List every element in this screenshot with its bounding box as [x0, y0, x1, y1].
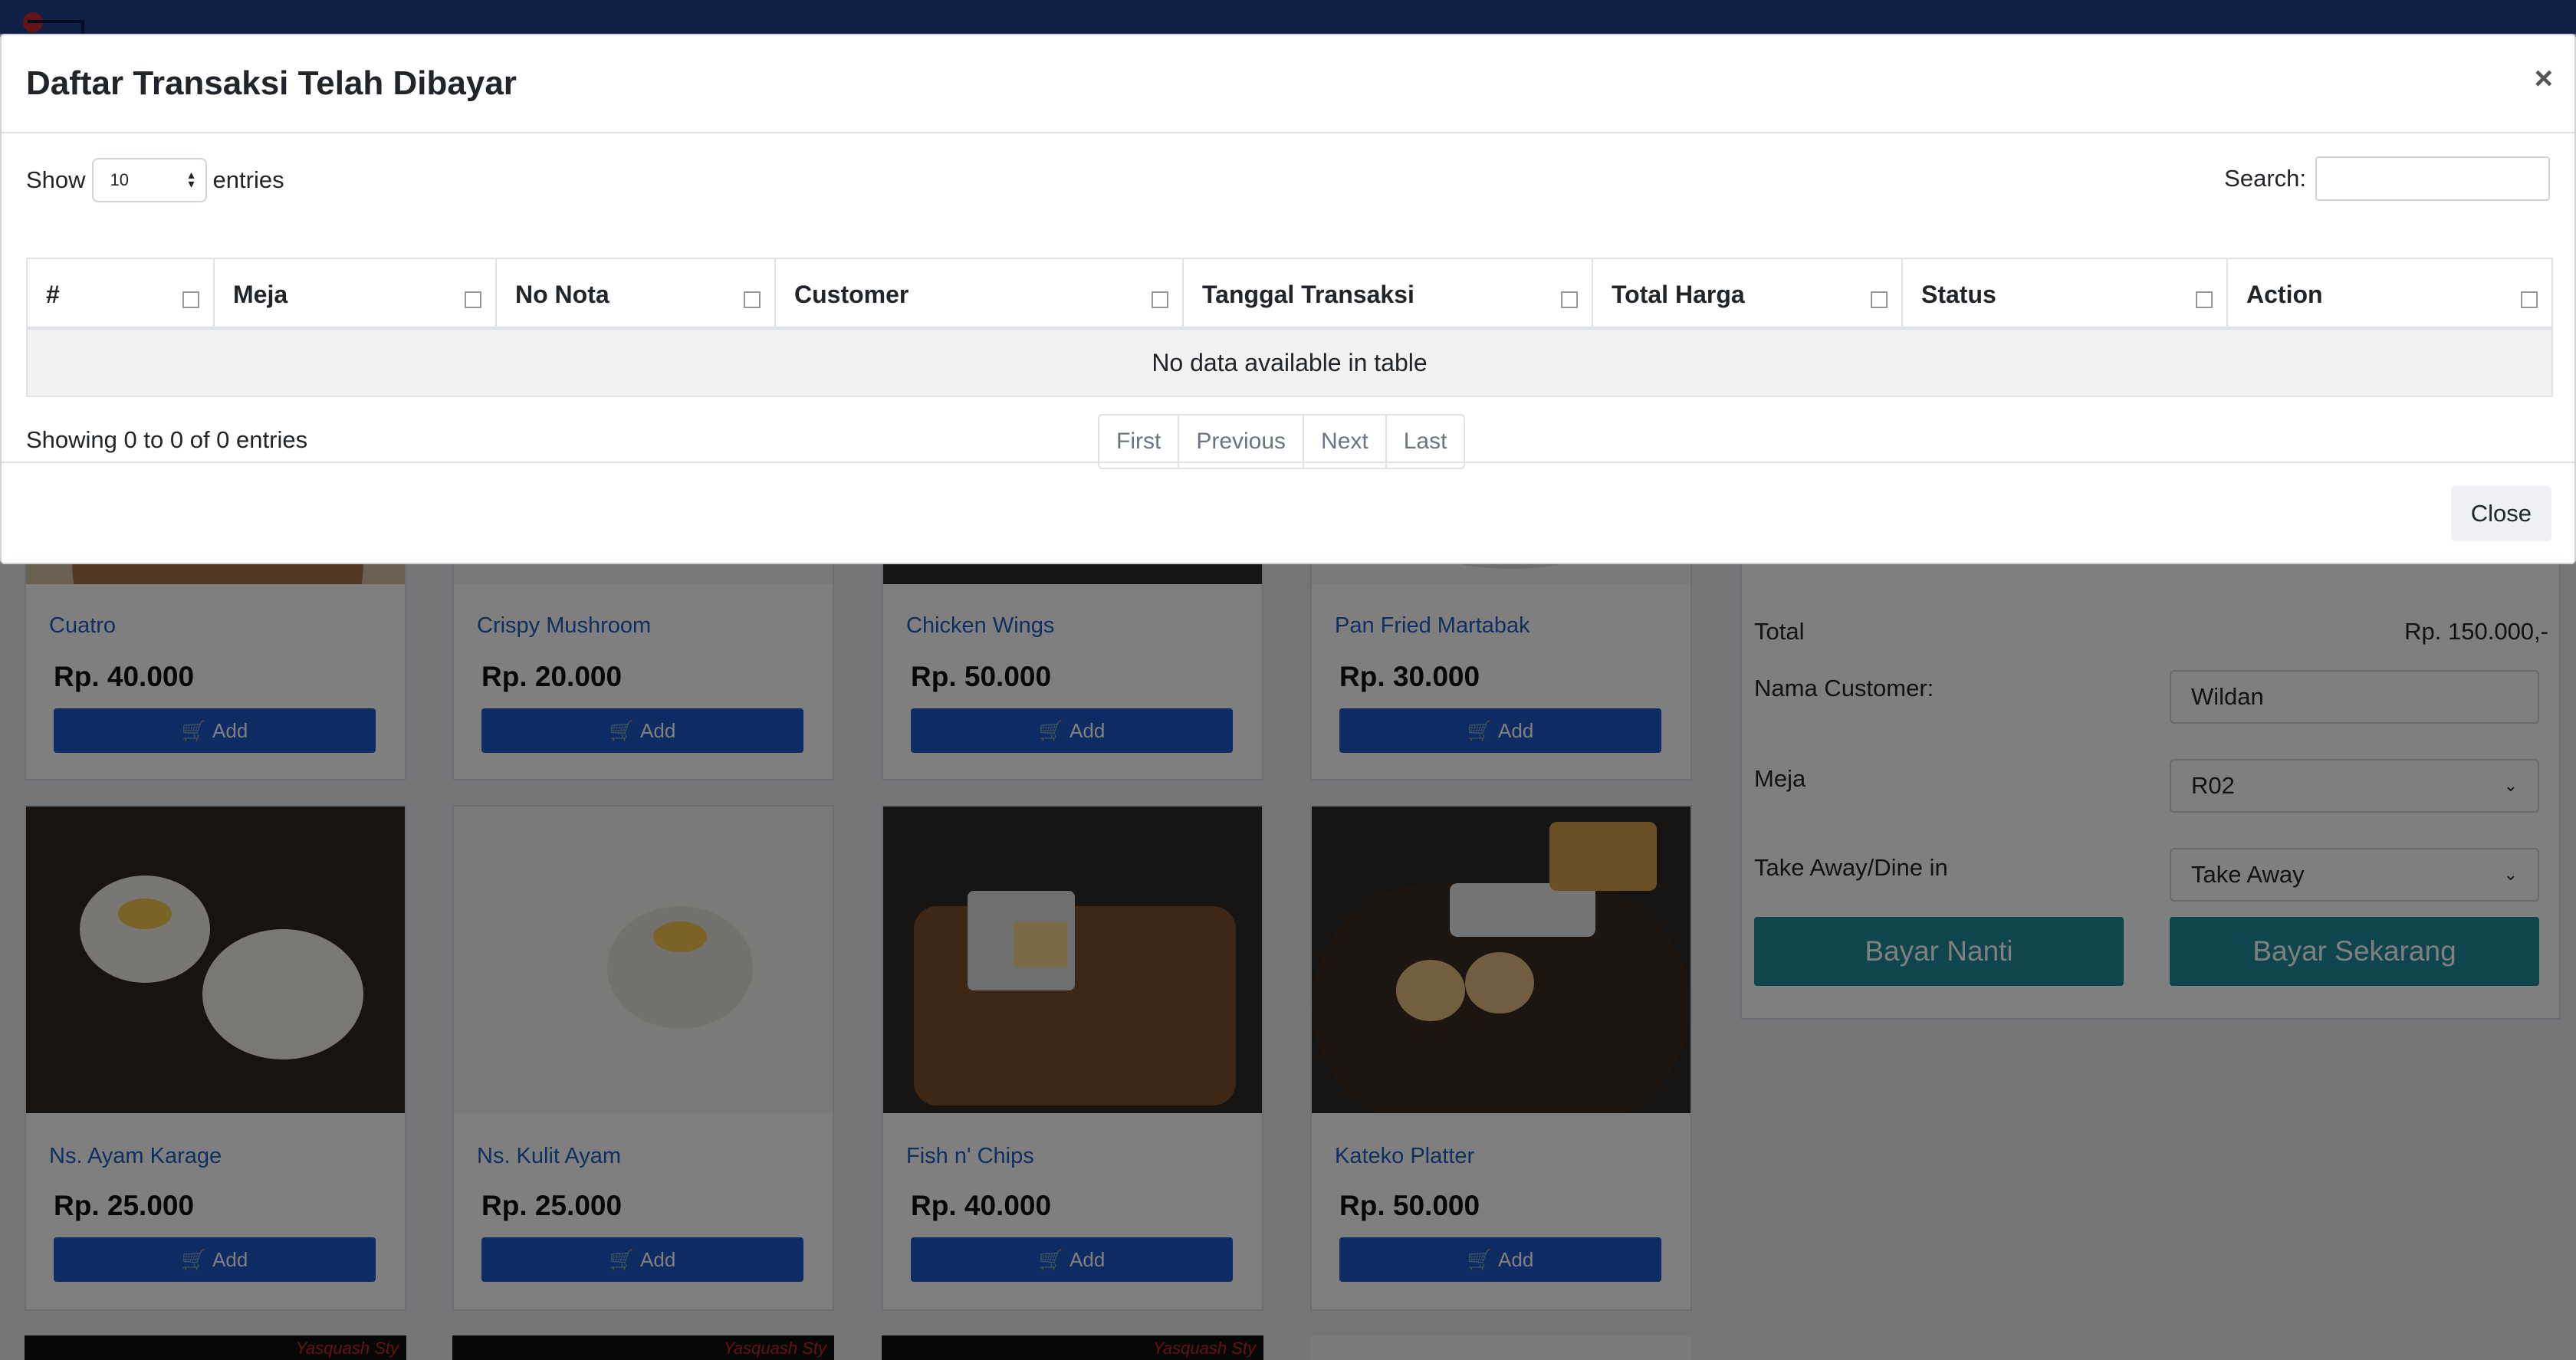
page-next-button[interactable]: Next	[1304, 416, 1387, 468]
select-arrows-icon: ▴ ▾	[188, 169, 195, 191]
modal-footer: Close	[2, 462, 2574, 564]
page-last-button[interactable]: Last	[1386, 416, 1464, 468]
column-header-number[interactable]: #	[28, 259, 215, 327]
column-header-no-nota[interactable]: No Nota	[497, 259, 776, 327]
page-previous-button[interactable]: Previous	[1179, 416, 1305, 468]
column-header-action[interactable]: Action	[2228, 259, 2551, 327]
close-button[interactable]: Close	[2450, 486, 2551, 541]
close-icon[interactable]: ×	[2534, 60, 2553, 97]
column-header-customer[interactable]: Customer	[776, 259, 1184, 327]
modal-header: Daftar Transaksi Telah Dibayar ×	[2, 35, 2574, 133]
sort-icon	[1152, 291, 1168, 308]
sort-icon	[1871, 291, 1888, 308]
empty-table-message: No data available in table	[28, 330, 2551, 396]
search-label: Search:	[2224, 165, 2306, 192]
modal-title: Daftar Transaksi Telah Dibayar	[26, 64, 517, 102]
sort-icon	[2521, 291, 2538, 308]
page-length-control: Show 10 ▴ ▾ entries	[26, 158, 284, 202]
entries-label: entries	[212, 166, 284, 193]
column-header-tanggal[interactable]: Tanggal Transaksi	[1184, 259, 1593, 327]
page-length-select[interactable]: 10 ▴ ▾	[91, 158, 207, 202]
sort-icon	[744, 291, 761, 308]
show-label: Show	[26, 166, 86, 193]
sort-icon	[2196, 291, 2213, 308]
page-first-button[interactable]: First	[1099, 416, 1180, 468]
paid-transactions-modal: Daftar Transaksi Telah Dibayar × Show 10…	[0, 34, 2576, 564]
transactions-table: # Meja No Nota Customer Tanggal Transaks…	[26, 258, 2553, 397]
sort-icon	[1561, 291, 1578, 308]
sort-icon	[465, 291, 481, 308]
column-header-status[interactable]: Status	[1903, 259, 2228, 327]
table-header: # Meja No Nota Customer Tanggal Transaks…	[28, 259, 2551, 330]
column-header-meja[interactable]: Meja	[215, 259, 497, 327]
search-input[interactable]	[2315, 156, 2550, 201]
sort-icon	[182, 291, 199, 308]
table-info: Showing 0 to 0 of 0 entries	[26, 426, 308, 453]
column-header-total[interactable]: Total Harga	[1593, 259, 1903, 327]
table-search: Search:	[2224, 156, 2550, 201]
